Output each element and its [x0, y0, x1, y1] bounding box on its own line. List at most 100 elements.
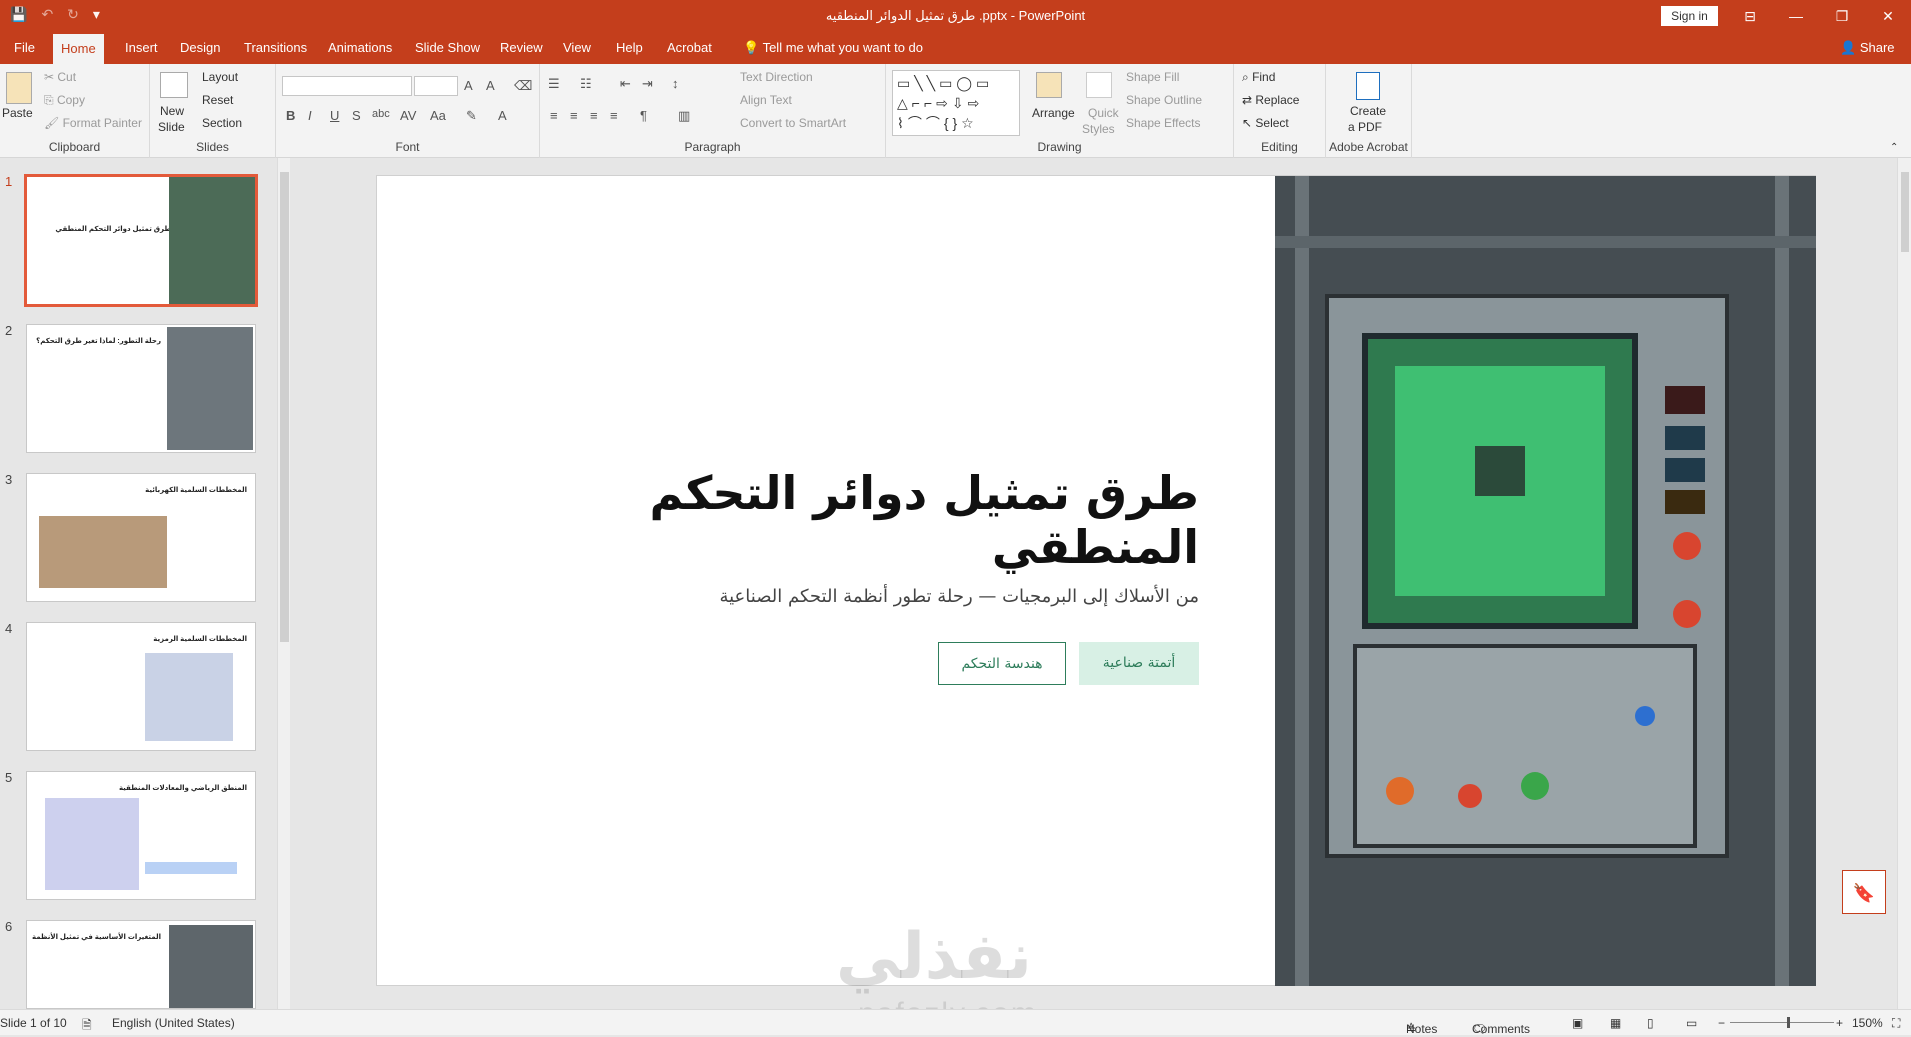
align-text-button[interactable]: Align Text	[740, 93, 792, 107]
slide-thumbnail[interactable]: المخططات السلمية الكهربائية	[26, 473, 256, 602]
arrange-icon[interactable]	[1036, 72, 1062, 98]
tab-review[interactable]: Review	[492, 32, 551, 64]
arrange-button[interactable]: Arrange	[1032, 106, 1075, 120]
zoom-in-icon[interactable]: +	[1836, 1016, 1843, 1030]
select-button[interactable]: ↖ Select	[1242, 116, 1289, 130]
restore-icon[interactable]: ❐	[1819, 0, 1865, 32]
slide-thumbnail[interactable]: طرق تمثيل دوائر التحكم المنطقي	[24, 174, 258, 307]
underline-icon[interactable]: U	[330, 108, 339, 123]
ribbon-display-options-icon[interactable]: ⊟	[1727, 0, 1773, 32]
format-painter-button[interactable]: 🖌 Format Painter	[44, 116, 142, 130]
line-spacing-icon[interactable]: ↕	[672, 76, 679, 91]
copy-button[interactable]: ⎘ Copy	[44, 93, 85, 108]
share-button[interactable]: 👤 Share	[1840, 32, 1895, 64]
new-slide-label-2[interactable]: Slide	[158, 120, 185, 134]
change-case-icon[interactable]: Aa	[430, 108, 446, 123]
bookmark-icon[interactable]: 🔖	[1842, 870, 1886, 914]
decrease-font-icon[interactable]: A	[486, 78, 495, 93]
tab-help[interactable]: Help	[608, 32, 651, 64]
increase-indent-icon[interactable]: ⇥	[642, 76, 653, 92]
create-pdf-label-1[interactable]: Create	[1350, 104, 1386, 118]
find-button[interactable]: ⌕ Find	[1242, 70, 1275, 85]
shape-outline-button[interactable]: Shape Outline	[1126, 93, 1202, 107]
decrease-indent-icon[interactable]: ⇤	[620, 76, 631, 92]
font-color-icon[interactable]: A	[498, 108, 507, 123]
fit-to-window-icon[interactable]: ⛶	[1892, 1016, 1900, 1031]
scrollbar-thumb[interactable]	[280, 172, 289, 642]
collapse-ribbon-icon[interactable]: ⌃	[1890, 142, 1898, 153]
shape-fill-button[interactable]: Shape Fill	[1126, 70, 1179, 84]
tab-transitions[interactable]: Transitions	[236, 32, 315, 64]
slide-title[interactable]: طرق تمثيل دوائر التحكم المنطقي	[499, 466, 1199, 574]
justify-icon[interactable]: ≡	[610, 108, 618, 123]
highlight-icon[interactable]: ✎	[466, 108, 477, 124]
slide-sorter-icon[interactable]: ▦	[1610, 1016, 1621, 1030]
paste-icon[interactable]	[6, 72, 32, 104]
tab-file[interactable]: File	[6, 32, 43, 64]
numbering-icon[interactable]: ☷	[580, 76, 592, 92]
align-center-icon[interactable]: ≡	[570, 108, 578, 123]
spelling-check-icon[interactable]: 🗎	[82, 1016, 92, 1037]
text-direction-button[interactable]: Text Direction	[740, 70, 813, 84]
create-pdf-icon[interactable]	[1356, 72, 1380, 100]
character-spacing-icon[interactable]: AV	[400, 108, 416, 123]
zoom-slider[interactable]	[1730, 1022, 1834, 1023]
sign-in-button[interactable]: Sign in	[1661, 6, 1718, 26]
font-name-combobox[interactable]	[282, 76, 412, 96]
tell-me-search[interactable]: 💡 Tell me what you want to do	[735, 32, 931, 64]
quick-styles-label-2[interactable]: Styles	[1082, 122, 1115, 136]
new-slide-label-1[interactable]: New	[160, 104, 184, 118]
shapes-gallery[interactable]: ▭╲╲▭◯▭ △⌐⌐⇨⇩⇨ ⌇⌒⌒{}☆	[892, 70, 1020, 136]
control-panel-illustration[interactable]	[1275, 176, 1816, 986]
reset-button[interactable]: Reset	[202, 93, 233, 107]
italic-icon[interactable]: I	[308, 108, 312, 123]
bullets-icon[interactable]: ☰	[548, 76, 560, 92]
slide-subtitle[interactable]: من الأسلاك إلى البرمجيات — رحلة تطور أنظ…	[499, 586, 1199, 607]
badge-control-engineering[interactable]: هندسة التحكم	[938, 642, 1066, 685]
zoom-slider-thumb[interactable]	[1787, 1017, 1790, 1028]
clear-formatting-icon[interactable]: ⌫	[514, 78, 532, 94]
tab-animations[interactable]: Animations	[320, 32, 400, 64]
align-right-icon[interactable]: ≡	[590, 108, 598, 123]
bold-icon[interactable]: B	[286, 108, 295, 123]
create-pdf-label-2[interactable]: a PDF	[1348, 120, 1382, 134]
thumbnails-scrollbar[interactable]	[277, 158, 290, 1009]
shape-effects-button[interactable]: Shape Effects	[1126, 116, 1201, 130]
normal-view-icon[interactable]: ▣	[1572, 1016, 1583, 1030]
font-size-combobox[interactable]	[414, 76, 458, 96]
slide-thumbnail[interactable]: المنطق الرياضي والمعادلات المنطقية	[26, 771, 256, 900]
convert-smartart-button[interactable]: Convert to SmartArt	[740, 116, 846, 130]
tab-slide-show[interactable]: Slide Show	[407, 32, 488, 64]
scrollbar-thumb[interactable]	[1901, 172, 1909, 252]
new-slide-icon[interactable]	[160, 72, 188, 98]
columns-icon[interactable]: ▥	[678, 108, 690, 124]
replace-button[interactable]: ⇄ Replace	[1242, 93, 1299, 107]
section-button[interactable]: Section	[202, 116, 242, 130]
quick-styles-label-1[interactable]: Quick	[1088, 106, 1119, 120]
increase-font-icon[interactable]: A	[464, 78, 473, 93]
tab-insert[interactable]: Insert	[117, 32, 166, 64]
close-icon[interactable]: ✕	[1865, 0, 1911, 32]
slide-canvas[interactable]: طرق تمثيل دوائر التحكم المنطقي من الأسلا…	[376, 175, 1816, 986]
slide-thumbnail[interactable]: المتغيرات الأساسية في تمثيل الأنظمة	[26, 920, 256, 1009]
tab-view[interactable]: View	[555, 32, 599, 64]
tab-design[interactable]: Design	[172, 32, 228, 64]
align-left-icon[interactable]: ≡	[550, 108, 558, 123]
badge-industrial-automation[interactable]: أتمتة صناعية	[1079, 642, 1199, 685]
rtl-icon[interactable]: ¶	[640, 108, 647, 123]
minimize-icon[interactable]: —	[1773, 0, 1819, 32]
slide-thumbnail[interactable]: المخططات السلمية الرمزية	[26, 622, 256, 751]
tab-acrobat[interactable]: Acrobat	[659, 32, 720, 64]
slide-scrollbar[interactable]	[1897, 158, 1911, 1009]
slide-show-icon[interactable]: ▭	[1686, 1016, 1697, 1030]
language-indicator[interactable]: English (United States)	[112, 1016, 235, 1030]
quick-styles-icon[interactable]	[1086, 72, 1112, 98]
strikethrough-icon[interactable]: abc	[372, 108, 390, 120]
reading-view-icon[interactable]: ▯	[1647, 1016, 1654, 1030]
shadow-icon[interactable]: S	[352, 108, 361, 123]
paste-button[interactable]: Paste	[2, 106, 33, 120]
zoom-level[interactable]: 150%	[1852, 1016, 1883, 1030]
tab-home[interactable]: Home	[53, 34, 104, 64]
cut-button[interactable]: ✂ Cut	[44, 70, 76, 84]
zoom-out-icon[interactable]: −	[1718, 1016, 1725, 1030]
